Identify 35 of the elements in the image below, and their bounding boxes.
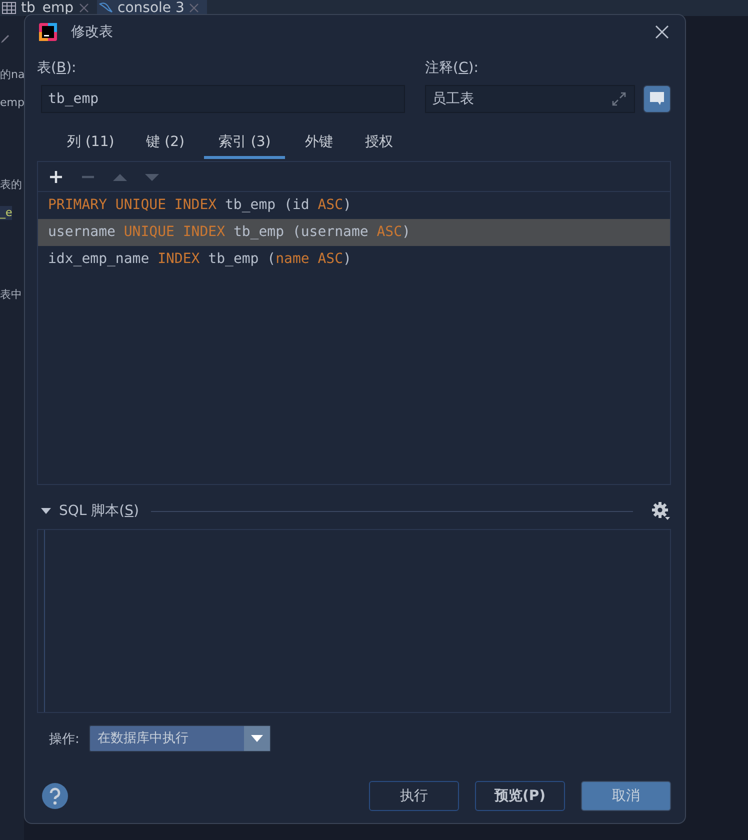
pencil-icon[interactable] (0, 34, 10, 44)
code-text: _e (0, 206, 12, 220)
index-row[interactable]: idx_emp_name INDEX tb_emp (name ASC) (38, 246, 670, 273)
tab[interactable]: 外键 (292, 129, 345, 159)
app-logo-icon (39, 23, 57, 41)
tab[interactable]: 列 (11) (55, 129, 126, 159)
help-icon[interactable] (41, 782, 69, 810)
index-row[interactable]: PRIMARY UNIQUE INDEX tb_emp (id ASC) (38, 192, 670, 219)
section-title: SQL 脚本(S) (59, 502, 139, 520)
execute-button[interactable]: 执行 (369, 781, 459, 811)
caret-icon (251, 734, 264, 742)
close-icon[interactable] (655, 25, 669, 39)
settings-icon[interactable] (651, 501, 671, 521)
operation-label: 操作: (49, 730, 80, 748)
plus-icon[interactable] (48, 168, 64, 184)
comment-button[interactable] (643, 85, 671, 113)
dialog-title: 修改表 (71, 23, 113, 41)
code-text: emp (0, 96, 24, 110)
code-text: 表的 (0, 178, 22, 192)
comment-field[interactable]: 员工表 (425, 85, 635, 113)
preview-button[interactable]: 预览(P) (475, 781, 565, 811)
tab[interactable]: 索引 (3) (204, 129, 285, 159)
collapse-triangle-icon[interactable] (41, 506, 51, 516)
tab[interactable]: 键 (2) (134, 129, 196, 159)
expand-icon[interactable] (611, 91, 627, 107)
index-row[interactable]: username UNIQUE INDEX tb_emp (username ASC) (38, 219, 670, 246)
code-text: 表中 (0, 288, 22, 302)
table-name-field[interactable]: tb_emp (41, 85, 405, 113)
tab[interactable]: 授权 (352, 129, 405, 159)
field-label: 表(B): (37, 59, 78, 77)
table-icon (2, 2, 16, 14)
code-text: 的na (0, 68, 25, 82)
speech-bubble-icon (648, 91, 666, 107)
field-label: 注释(C): (425, 59, 480, 77)
operation-dropdown[interactable]: 在数据库中执行 (89, 725, 272, 752)
